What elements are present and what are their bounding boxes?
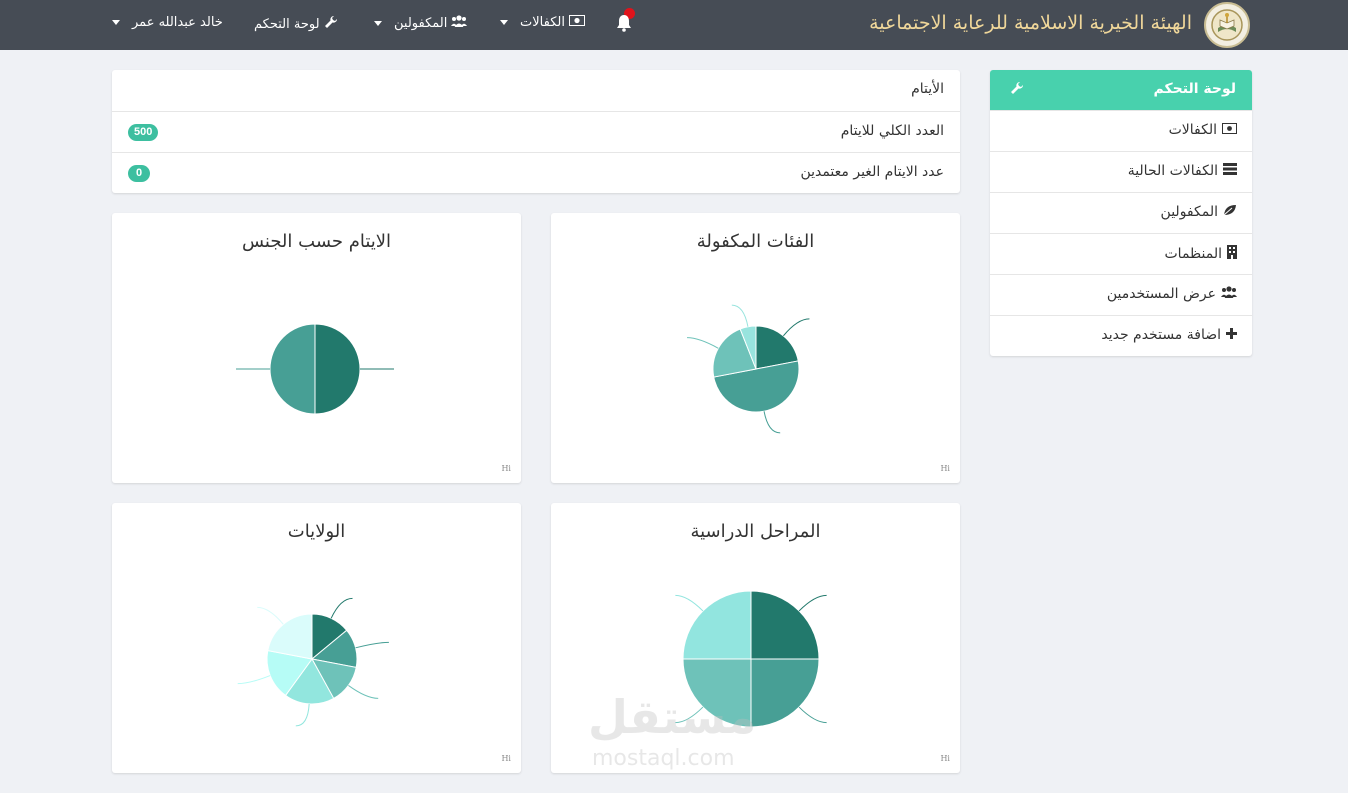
sidebar-item-label: المنظمات xyxy=(1164,246,1223,262)
nav-user-menu[interactable]: خالد عبدالله عمر xyxy=(112,15,223,30)
leaf-icon xyxy=(1223,204,1237,220)
money-icon xyxy=(1222,122,1237,138)
sidebar-item-label: المكفولين xyxy=(1160,204,1218,220)
chart-credit: Hi xyxy=(501,754,511,763)
user-name: خالد عبدالله عمر xyxy=(132,15,223,30)
wrench-icon xyxy=(1010,80,1024,99)
pie-leader-line xyxy=(687,337,719,349)
site-title[interactable]: الهيئة الخيرية الاسلامية للرعاية الاجتما… xyxy=(869,12,1192,34)
pie-leader-line xyxy=(295,703,310,727)
list-icon xyxy=(1223,163,1237,179)
pie-slice[interactable] xyxy=(267,613,313,660)
stat-unapproved-badge: 0 xyxy=(128,165,150,182)
sidebar-item-view-users[interactable]: عرض المستخدمين xyxy=(990,274,1252,315)
pie-leader-line xyxy=(237,675,271,685)
stats-heading-row: الأيتام xyxy=(112,70,960,111)
sidebar-item-label: عرض المستخدمين xyxy=(1106,286,1216,302)
sidebar-header-label: لوحة التحكم xyxy=(1153,81,1236,97)
chevron-down-icon xyxy=(500,20,508,25)
nav-dashboard-label: لوحة التحكم xyxy=(254,16,320,32)
sidebar-item-add-user[interactable]: اضافة مستخدم جديد xyxy=(990,315,1252,356)
chevron-down-icon xyxy=(374,20,382,26)
watermark: مستقل mostaql.com xyxy=(588,690,763,778)
nav-sponsored[interactable]: المكفولين xyxy=(374,15,468,31)
pie-slice[interactable] xyxy=(314,323,361,415)
pie-chart xyxy=(236,323,394,415)
users-icon xyxy=(451,15,468,31)
pie-leader-line xyxy=(731,304,749,327)
sidebar-item-label: اضافة مستخدم جديد xyxy=(1101,327,1221,343)
chart-card-states: الولايات Hi xyxy=(112,503,521,773)
sidebar-header[interactable]: لوحة التحكم xyxy=(990,70,1252,110)
sidebar-item-label: الكفالات الحالية xyxy=(1127,163,1218,179)
pie-leader-line xyxy=(330,597,353,619)
watermark-latin: mostaql.com xyxy=(592,746,735,771)
plus-icon xyxy=(1226,327,1237,343)
sidebar: لوحة التحكم الكفالات الكفالات الحالية ال… xyxy=(990,70,1252,356)
stat-total-label: العدد الكلي للايتام xyxy=(840,123,944,139)
money-icon xyxy=(568,15,585,30)
pie-slice[interactable] xyxy=(682,590,752,660)
chart-card-orphans-by-gender: الايتام حسب الجنس Hi xyxy=(112,213,521,483)
pie-slice[interactable] xyxy=(750,590,820,660)
stat-unapproved-label: عدد الايتام الغير معتمدين xyxy=(800,164,944,180)
users-icon xyxy=(1221,286,1237,302)
wrench-icon xyxy=(324,15,338,33)
sidebar-item-current-sponsorships[interactable]: الكفالات الحالية xyxy=(990,151,1252,192)
nav-sponsored-label: المكفولين xyxy=(394,15,448,31)
stat-row-unapproved: عدد الايتام الغير معتمدين 0 xyxy=(112,152,960,193)
orphans-stats-panel: الأيتام العدد الكلي للايتام 500 عدد الاي… xyxy=(112,70,960,193)
stats-heading: الأيتام xyxy=(911,81,944,97)
chart-credit: Hi xyxy=(940,754,950,763)
sidebar-item-label: الكفالات xyxy=(1168,122,1217,138)
pie-leader-line xyxy=(783,318,810,337)
pie-leader-line xyxy=(355,641,389,649)
nav-sponsorships[interactable]: الكفالات xyxy=(500,15,585,30)
pie-leader-line xyxy=(798,594,827,612)
sidebar-item-organizations[interactable]: المنظمات xyxy=(990,233,1252,274)
logo-icon[interactable] xyxy=(1204,2,1250,48)
bell-icon[interactable] xyxy=(616,14,632,36)
chart-credit: Hi xyxy=(501,464,511,473)
nav-dashboard[interactable]: لوحة التحكم xyxy=(254,15,338,33)
pie-leader-line xyxy=(257,606,284,625)
top-navbar: الهيئة الخيرية الاسلامية للرعاية الاجتما… xyxy=(0,0,1348,50)
pie-leader-line xyxy=(798,706,827,724)
pie-leader-line xyxy=(763,411,781,434)
stat-row-total: العدد الكلي للايتام 500 xyxy=(112,111,960,152)
sidebar-item-sponsorships[interactable]: الكفالات xyxy=(990,110,1252,151)
pie-slice[interactable] xyxy=(269,323,316,415)
building-icon xyxy=(1227,245,1237,263)
pie-chart xyxy=(687,304,810,434)
watermark-arabic: مستقل xyxy=(588,690,757,744)
chevron-down-icon xyxy=(112,20,120,25)
chart-card-sponsored-categories: الفئات المكفولة Hi xyxy=(551,213,960,483)
sidebar-item-sponsored[interactable]: المكفولين xyxy=(990,192,1252,233)
pie-leader-line xyxy=(348,685,379,699)
stat-total-badge: 500 xyxy=(128,124,159,141)
nav-sponsorships-label: الكفالات xyxy=(520,15,565,30)
pie-leader-line xyxy=(675,594,704,612)
pie-chart xyxy=(237,597,389,727)
chart-credit: Hi xyxy=(940,464,950,473)
